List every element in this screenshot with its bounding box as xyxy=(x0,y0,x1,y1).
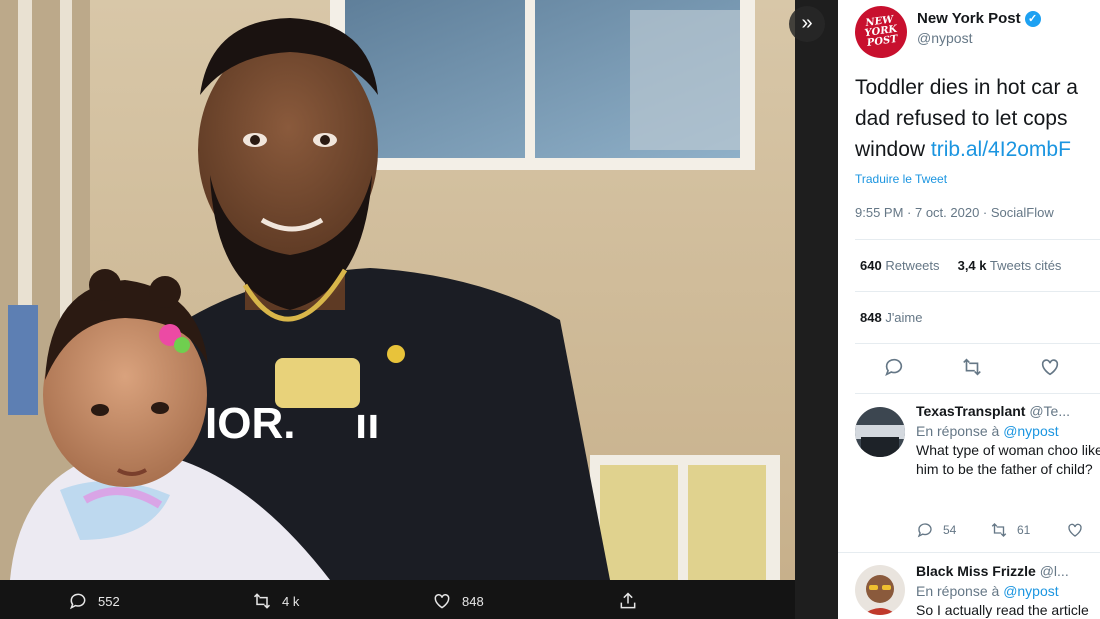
media-like-button[interactable]: 848 xyxy=(432,591,484,611)
tweet-text-line: dad refused to let cops xyxy=(855,107,1068,130)
media-reply-count: 552 xyxy=(98,593,120,609)
tweet-author: NEW YORK POST New York Post ✓ @nypost xyxy=(851,2,1041,62)
replying-to: En réponse à @nypost xyxy=(916,583,1059,599)
divider xyxy=(838,552,1100,553)
reply-header: Black Miss Frizzle @l... xyxy=(916,563,1100,579)
heart-icon xyxy=(1041,359,1059,376)
tweet-text-line: Toddler dies in hot car a xyxy=(855,76,1078,99)
media-viewer: IOR. ıı » 552 4 k 848 xyxy=(0,0,838,619)
media-like-count: 848 xyxy=(462,593,484,609)
tweet-source[interactable]: SocialFlow xyxy=(991,205,1054,220)
tweet-detail-panel: NEW YORK POST New York Post ✓ @nypost To… xyxy=(838,0,1100,619)
tweet-photo[interactable]: IOR. ıı xyxy=(0,0,795,580)
tweet-media-viewer: IOR. ıı » 552 4 k 848 NEW YORK POST New … xyxy=(0,0,1100,619)
reply-text: What type of woman choo like him to be t… xyxy=(916,442,1100,477)
media-share-button[interactable] xyxy=(618,591,638,611)
share-icon xyxy=(620,592,636,609)
svg-text:ıı: ıı xyxy=(355,399,379,448)
avatar[interactable] xyxy=(855,565,905,615)
avatar[interactable] xyxy=(855,407,905,457)
reply-icon xyxy=(917,523,932,538)
reply-author-name[interactable]: TexasTransplant xyxy=(916,403,1025,419)
tweet-text-line: window xyxy=(855,138,931,161)
media-side-strip xyxy=(795,0,838,619)
heart-icon xyxy=(1068,523,1082,537)
reply-header: TexasTransplant @Te... xyxy=(916,403,1100,419)
replying-to: En réponse à @nypost xyxy=(916,423,1059,439)
reply-like-button[interactable] xyxy=(1066,521,1084,539)
media-retweet-button[interactable]: 4 k xyxy=(252,591,299,611)
heart-icon xyxy=(434,593,450,609)
reply-icon xyxy=(885,358,903,377)
reply-reply-button[interactable]: 54 xyxy=(916,521,956,539)
tweet-text: Toddler dies in hot car a dad refused to… xyxy=(855,72,1100,165)
retweet-icon xyxy=(253,593,271,609)
reply-author-handle[interactable]: @Te... xyxy=(1029,403,1070,419)
reply-retweet-button[interactable]: 61 xyxy=(990,521,1030,539)
translate-tweet-link[interactable]: Traduire le Tweet xyxy=(855,172,947,186)
tweet-date[interactable]: 7 oct. 2020 xyxy=(915,205,979,220)
logo-line-3: POST xyxy=(866,33,899,50)
divider xyxy=(855,393,1100,394)
expand-panel-button[interactable]: » xyxy=(789,6,825,42)
media-retweet-count: 4 k xyxy=(282,593,300,609)
author-handle[interactable]: @nypost xyxy=(917,30,1041,46)
double-chevron-right-icon: » xyxy=(801,12,813,34)
reply-author-handle[interactable]: @l... xyxy=(1040,563,1069,579)
reply-reply-count: 54 xyxy=(943,523,957,537)
tweet-reply-button[interactable] xyxy=(883,356,907,380)
tweet-retweet-button[interactable] xyxy=(961,356,985,380)
tweet-like-button[interactable] xyxy=(1039,356,1063,380)
svg-text:IOR.: IOR. xyxy=(205,399,295,448)
divider xyxy=(855,343,1100,344)
author-name-row[interactable]: New York Post ✓ xyxy=(917,10,1041,27)
retweet-icon xyxy=(991,523,1007,537)
reply-text: So I actually read the article xyxy=(916,602,1089,618)
quotes-stat[interactable]: 3,4 k Tweets cités xyxy=(958,258,1062,273)
photo-illustration: IOR. ıı xyxy=(0,0,795,580)
reply-tweet[interactable]: Black Miss Frizzle @l... En réponse à @n… xyxy=(838,563,1100,619)
tweet-action-bar xyxy=(838,356,1100,382)
reply-retweet-count: 61 xyxy=(1017,523,1031,537)
tweet-time[interactable]: 9:55 PM xyxy=(855,205,903,220)
author-name: New York Post xyxy=(917,10,1021,27)
nypost-logo[interactable]: NEW YORK POST xyxy=(851,2,911,62)
reply-icon xyxy=(69,593,86,610)
tweet-link[interactable]: trib.al/4I2ombF xyxy=(931,138,1071,161)
reply-tweet[interactable]: TexasTransplant @Te... En réponse à @nyp… xyxy=(838,403,1100,553)
retweet-stats: 640 Retweets 3,4 k Tweets cités xyxy=(860,258,1061,273)
retweets-stat[interactable]: 640 Retweets xyxy=(860,258,940,273)
divider xyxy=(855,291,1100,292)
reply-avatar-image xyxy=(855,565,905,615)
media-reply-button[interactable]: 552 xyxy=(68,591,120,611)
divider xyxy=(855,239,1100,240)
verified-badge-icon: ✓ xyxy=(1024,10,1041,27)
reply-author-name[interactable]: Black Miss Frizzle xyxy=(916,563,1036,579)
likes-stats[interactable]: 848 J'aime xyxy=(860,310,923,325)
retweet-icon xyxy=(963,358,981,376)
tweet-timestamp: 9:55 PM · 7 oct. 2020 · SocialFlow xyxy=(855,205,1054,220)
replying-to-handle[interactable]: @nypost xyxy=(1003,423,1058,439)
reply-avatar-image xyxy=(855,407,905,457)
media-action-bar: 552 4 k 848 xyxy=(0,580,795,619)
replying-to-handle[interactable]: @nypost xyxy=(1003,583,1058,599)
